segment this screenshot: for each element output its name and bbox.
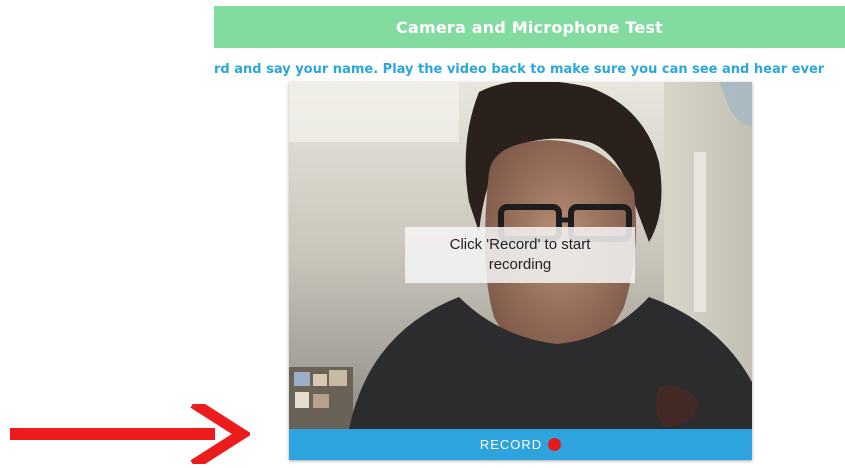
record-button-label: RECORD [479, 437, 543, 452]
page: Camera and Microphone Test rd and say yo… [0, 0, 845, 468]
video-panel: Click 'Record' to start recording RECORD [289, 82, 752, 460]
record-prompt-overlay: Click 'Record' to start recording [405, 227, 635, 283]
red-arrow-icon [10, 404, 250, 464]
record-dot-icon [548, 438, 562, 451]
header-bar: Camera and Microphone Test [214, 6, 845, 48]
instructions-text: rd and say your name. Play the video bac… [214, 62, 825, 77]
record-button[interactable]: RECORD [289, 429, 752, 460]
page-title: Camera and Microphone Test [396, 17, 663, 37]
